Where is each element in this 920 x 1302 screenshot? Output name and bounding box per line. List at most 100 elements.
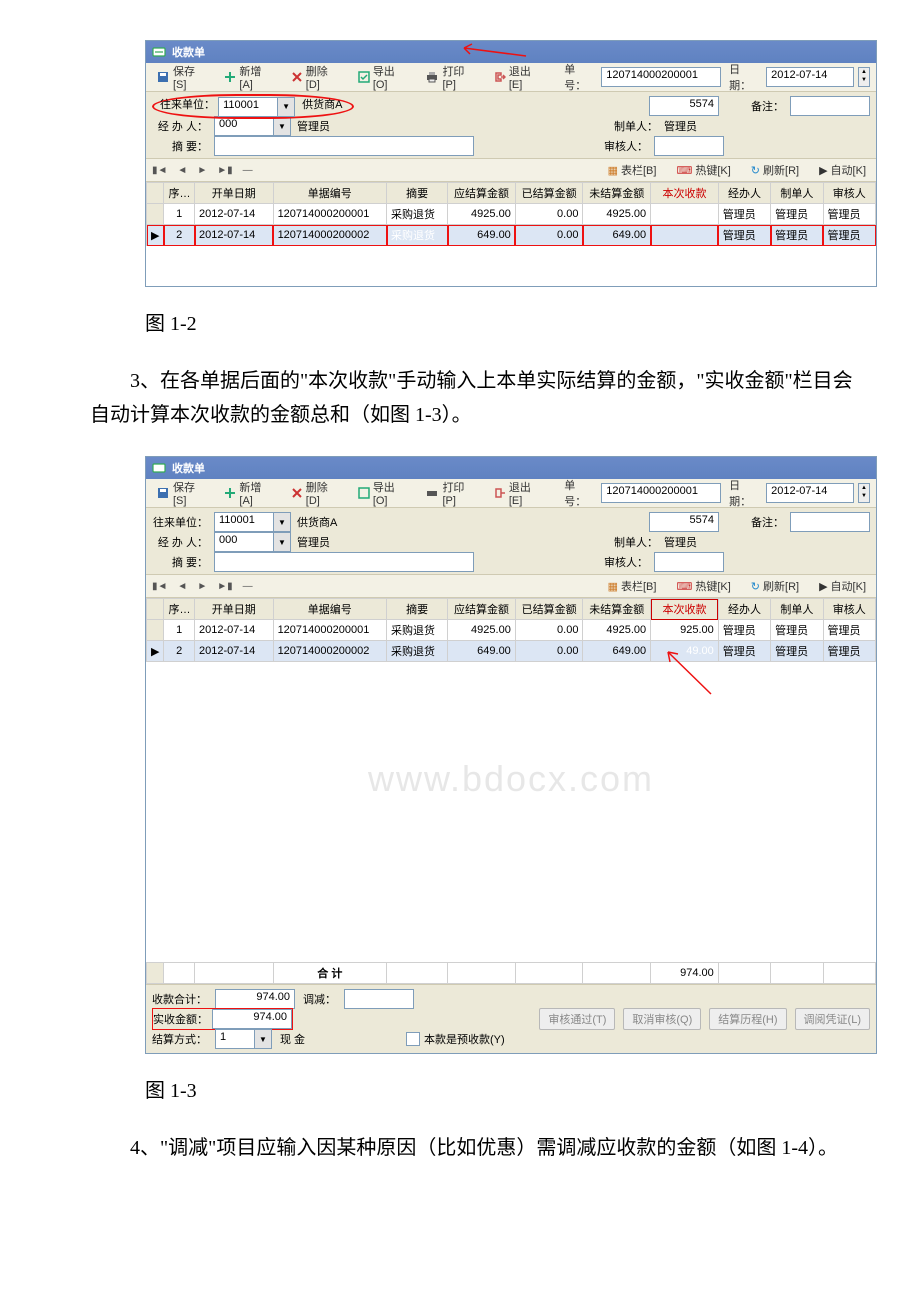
summary-field[interactable] bbox=[214, 136, 474, 156]
paragraph-3: 3、在各单据后面的"本次收款"手动输入上本单实际结算的金额，"实收金额"栏目会自… bbox=[90, 364, 870, 432]
app-icon bbox=[152, 461, 166, 475]
table-row[interactable]: 1 2012-07-14 120714000200001 采购退货 4925.0… bbox=[147, 620, 876, 641]
toolbar: 保存[S] 新增[A] 删除[D] 导出[O] 打印[P] bbox=[146, 63, 876, 92]
nav-last-icon[interactable]: ►▮ bbox=[217, 165, 232, 176]
adjust-field[interactable] bbox=[344, 989, 414, 1009]
docno-field[interactable]: 120714000200001 bbox=[601, 67, 721, 87]
operator-code[interactable]: 000 bbox=[214, 116, 273, 136]
operator-dropdown-icon[interactable]: ▼ bbox=[273, 532, 291, 552]
date-spinner[interactable]: ▲▼ bbox=[858, 67, 870, 87]
hotkey-button[interactable]: ⌨热键[K] bbox=[672, 576, 734, 596]
checkbox-icon bbox=[406, 1032, 420, 1046]
figure-1-2: 收款单 保存[S] 新增[A] 删除[D] 导出[O] bbox=[145, 40, 877, 287]
detail-grid[interactable]: 序号 开单日期 单据编号 摘要 应结算金额 已结算金额 未结算金额 本次收款 经… bbox=[146, 182, 876, 246]
col-unpaid[interactable]: 未结算金额 bbox=[583, 183, 651, 204]
add-button[interactable]: 新增[A] bbox=[220, 61, 278, 93]
history-button[interactable]: 结算历程(H) bbox=[709, 1008, 786, 1030]
export-icon bbox=[358, 71, 370, 83]
remark-field[interactable] bbox=[790, 96, 870, 116]
docno-field[interactable]: 120714000200001 bbox=[601, 483, 721, 503]
col-paid[interactable]: 已结算金额 bbox=[515, 183, 583, 204]
approve-button[interactable]: 审核通过(T) bbox=[539, 1008, 615, 1030]
add-button[interactable]: 新增[A] bbox=[220, 477, 278, 509]
voucher-button[interactable]: 调阅凭证(L) bbox=[795, 1008, 870, 1030]
table-row[interactable]: ▶ 2 2012-07-14 120714000200002 采购退货 649.… bbox=[147, 641, 876, 662]
method-name: 现 金 bbox=[280, 1031, 330, 1047]
col-date[interactable]: 开单日期 bbox=[195, 183, 274, 204]
save-icon bbox=[156, 70, 170, 84]
partner-code[interactable]: 110001 bbox=[214, 512, 273, 532]
operator-label: 经 办 人： bbox=[152, 118, 208, 134]
delete-button[interactable]: 删除[D] bbox=[287, 477, 346, 509]
maker-label: 制单人： bbox=[614, 118, 658, 134]
nav-last-icon[interactable]: ►▮ bbox=[217, 581, 232, 592]
exit-button[interactable]: 退出[E] bbox=[490, 61, 548, 93]
remark-field[interactable] bbox=[790, 512, 870, 532]
nav-prev-icon[interactable]: ◄ bbox=[177, 581, 187, 592]
hotkey-button[interactable]: ⌨热键[K] bbox=[672, 160, 734, 180]
save-button[interactable]: 保存[S] bbox=[152, 477, 212, 509]
export-button[interactable]: 导出[O] bbox=[354, 61, 414, 93]
table-row[interactable]: ▶ 2 2012-07-14 120714000200002 采购退货 649.… bbox=[147, 225, 876, 246]
refresh-button[interactable]: ↻刷新[R] bbox=[747, 576, 803, 596]
save-button[interactable]: 保存[S] bbox=[152, 61, 212, 93]
col-docno[interactable]: 单据编号 bbox=[273, 183, 386, 204]
x-icon bbox=[291, 487, 303, 499]
col-auditor[interactable]: 审核人 bbox=[823, 183, 875, 204]
exit-button[interactable]: 退出[E] bbox=[490, 477, 548, 509]
delete-button[interactable]: 删除[D] bbox=[287, 61, 346, 93]
title-bar: 收款单 bbox=[146, 457, 876, 479]
col-seq[interactable]: 序号 bbox=[164, 183, 195, 204]
nav-first-icon[interactable]: ▮◄ bbox=[152, 165, 167, 176]
nav-prev-icon[interactable]: ◄ bbox=[177, 165, 187, 176]
nav-next-icon[interactable]: ► bbox=[197, 165, 207, 176]
col-this[interactable]: 本次收款 bbox=[651, 183, 719, 204]
col-operator[interactable]: 经办人 bbox=[718, 183, 770, 204]
columns-button[interactable]: ▦表栏[B] bbox=[604, 576, 661, 596]
exit-icon bbox=[494, 71, 506, 83]
paragraph-4: 4、"调减"项目应输入因某种原因（比如优惠）需调减应收款的金额（如图 1-4）。 bbox=[90, 1131, 870, 1165]
auto-button[interactable]: ▶自动[K] bbox=[815, 576, 870, 596]
method-code[interactable]: 1 bbox=[215, 1029, 254, 1049]
nav-first-icon[interactable]: ▮◄ bbox=[152, 581, 167, 592]
cancel-audit-button[interactable]: 取消审核(Q) bbox=[623, 1008, 701, 1030]
col-summary[interactable]: 摘要 bbox=[387, 183, 448, 204]
grid-nav[interactable]: ▮◄ ◄ ► ►▮ — bbox=[152, 165, 253, 176]
summary-field[interactable] bbox=[214, 552, 474, 572]
table-row[interactable]: 1 2012-07-14 120714000200001 采购退货 4925.0… bbox=[147, 204, 876, 225]
export-button[interactable]: 导出[O] bbox=[354, 477, 414, 509]
grid-nav[interactable]: ▮◄ ◄ ► ►▮ — bbox=[152, 581, 253, 592]
prepay-checkbox[interactable]: 本款是预收款(Y) bbox=[406, 1031, 505, 1047]
print-icon bbox=[425, 71, 439, 83]
partner-name: 供货商A bbox=[297, 514, 417, 530]
remark-label: 备注： bbox=[751, 98, 784, 114]
exit-icon bbox=[494, 487, 506, 499]
receipt-total-label: 收款合计： bbox=[152, 991, 207, 1007]
refresh-button[interactable]: ↻刷新[R] bbox=[747, 160, 803, 180]
nav-next-icon[interactable]: ► bbox=[197, 581, 207, 592]
operator-code[interactable]: 000 bbox=[214, 532, 273, 552]
partner-dropdown-icon[interactable]: ▼ bbox=[277, 97, 295, 117]
total-row: 合 计 974.00 bbox=[147, 963, 876, 984]
detail-grid[interactable]: 序号 开单日期 单据编号 摘要 应结算金额 已结算金额 未结算金额 本次收款 经… bbox=[146, 598, 876, 662]
date-field[interactable]: 2012-07-14 bbox=[766, 67, 854, 87]
nav-minus-icon[interactable]: — bbox=[243, 581, 253, 592]
operator-dropdown-icon[interactable]: ▼ bbox=[273, 116, 291, 136]
date-spinner[interactable]: ▲▼ bbox=[858, 483, 870, 503]
partner-dropdown-icon[interactable]: ▼ bbox=[273, 512, 291, 532]
plus-icon bbox=[224, 71, 236, 83]
partner-code[interactable]: 110001 bbox=[218, 97, 277, 117]
nav-minus-icon[interactable]: — bbox=[243, 165, 253, 176]
docno-label: 单号： bbox=[564, 61, 597, 93]
col-maker[interactable]: 制单人 bbox=[771, 183, 823, 204]
date-field[interactable]: 2012-07-14 bbox=[766, 483, 854, 503]
print-button[interactable]: 打印[P] bbox=[421, 61, 481, 93]
col-this[interactable]: 本次收款 bbox=[651, 599, 719, 620]
col-due[interactable]: 应结算金额 bbox=[448, 183, 516, 204]
auto-button[interactable]: ▶自动[K] bbox=[815, 160, 870, 180]
method-dropdown-icon[interactable]: ▼ bbox=[254, 1029, 272, 1049]
columns-button[interactable]: ▦表栏[B] bbox=[604, 160, 661, 180]
print-button[interactable]: 打印[P] bbox=[421, 477, 481, 509]
maker-name: 管理员 bbox=[664, 534, 724, 550]
toolbar: 保存[S] 新增[A] 删除[D] 导出[O] 打印[P] 退出[E] 单号：1… bbox=[146, 479, 876, 508]
